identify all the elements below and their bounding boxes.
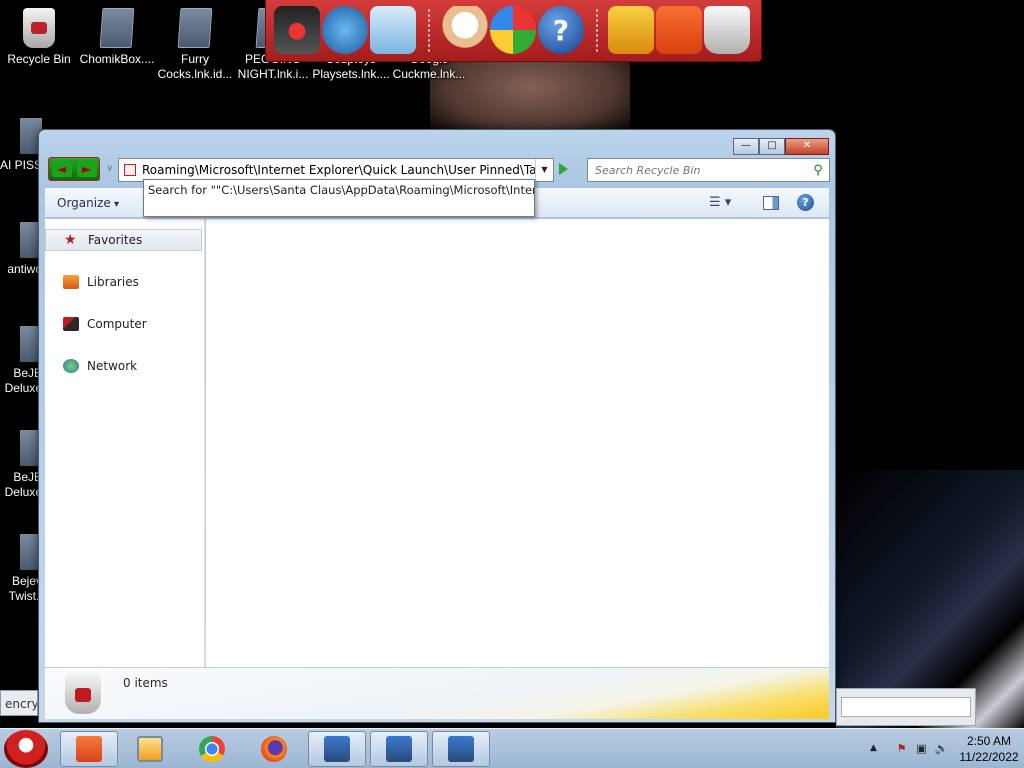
folder-icon[interactable] — [656, 6, 702, 54]
desktop-icon-recycle-bin[interactable]: Recycle Bin — [0, 8, 78, 67]
desktop-icon-label: Furry Cocks.lnk.id... — [157, 52, 233, 81]
recycle-bin-small-icon — [124, 164, 136, 176]
taskbar-chrome[interactable] — [183, 731, 241, 767]
quick-launch-toolbar: ● ? — [265, 0, 762, 62]
nav-item-label: Network — [87, 359, 138, 373]
taskbar-media-player[interactable] — [121, 731, 179, 767]
desktop-icon-label: BeJE Deluxe — [4, 470, 42, 499]
computer-icon — [63, 317, 79, 331]
taskbar-firefox[interactable] — [245, 731, 303, 767]
close-button[interactable]: ✕ — [785, 138, 829, 155]
start-button[interactable] — [4, 730, 48, 768]
background-window-right[interactable] — [836, 688, 976, 726]
desktop-icon-label: ChomikBox.... — [79, 52, 155, 66]
desktop-icon-label: Recycle Bin — [7, 52, 71, 66]
network-icon — [63, 359, 79, 373]
desktop-icon-left-5[interactable]: Bejev Twist.l — [0, 534, 42, 604]
action-center-icon[interactable]: ⚑ — [894, 742, 909, 756]
nav-item-label: Libraries — [87, 275, 139, 289]
gift-icon[interactable] — [608, 6, 654, 54]
desktop-icon-label: AI PISS.In — [0, 158, 42, 172]
clock-time: 2:50 AM — [966, 734, 1012, 748]
shortcut-icon — [99, 8, 135, 48]
star-icon: ★ — [64, 232, 77, 248]
background-window-left[interactable]: encryp — [0, 690, 38, 716]
file-list-area[interactable] — [206, 219, 829, 667]
caption-buttons: — □ ✕ — [733, 138, 829, 155]
organize-button[interactable]: Organize — [57, 196, 119, 210]
network-tray-icon[interactable]: ▣ — [914, 742, 929, 756]
desktop-icon-label: Bejev Twist.l — [8, 574, 42, 603]
address-suggestion[interactable]: Search for ""C:\Users\Santa Claus\AppDat… — [143, 179, 535, 217]
preview-pane-icon[interactable] — [763, 196, 779, 210]
details-pane: 0 items — [45, 667, 829, 719]
nav-item-libraries[interactable]: Libraries — [45, 271, 202, 293]
taskbar: ▲ ⚑ ▣ 🔊 2:50 AM 11/22/2022 — [0, 728, 1024, 768]
back-button[interactable]: ◄ — [51, 161, 72, 177]
address-path[interactable]: Roaming\Microsoft\Internet Explorer\Quic… — [142, 163, 535, 177]
desktop-icon-label: antiwo — [7, 262, 42, 276]
desktop-icon-left-2[interactable]: antiwo — [0, 222, 42, 277]
recent-pages-button[interactable]: ∨ — [106, 163, 113, 174]
help-glyph: ? — [552, 13, 570, 47]
maximize-button[interactable]: □ — [759, 138, 785, 155]
nav-item-label: Favorites — [88, 233, 143, 247]
libraries-icon — [63, 275, 79, 289]
shortcut-icon — [177, 8, 213, 48]
snowman-icon[interactable] — [442, 6, 488, 54]
explorer-window: — □ ✕ ◄ ► ∨ Roaming\Microsoft\Internet E… — [38, 129, 836, 723]
desktop-icon-label: BeJE Deluxe — [4, 366, 42, 395]
recycle-bin-icon — [23, 8, 55, 48]
toolbar-separator — [428, 8, 430, 54]
folder-icon — [76, 736, 102, 762]
nav-item-computer[interactable]: Computer — [45, 313, 202, 335]
desktop-icon-left-1[interactable]: AI PISS.In — [0, 118, 42, 173]
toolbar-separator — [596, 8, 598, 54]
clock[interactable]: 2:50 AM 11/22/2022 — [954, 733, 1024, 765]
system-tray: ▲ ⚑ ▣ 🔊 2:50 AM 11/22/2022 — [824, 729, 1024, 768]
search-box[interactable]: ⚲ — [587, 158, 830, 182]
nav-item-favorites[interactable]: ★ Favorites — [45, 229, 202, 251]
clock-date: 11/22/2022 — [959, 750, 1019, 764]
network-computer-icon — [386, 736, 412, 762]
navigation-pane: ★ Favorites Libraries Computer Network — [45, 219, 205, 667]
go-arrow-icon[interactable] — [559, 163, 568, 175]
globe-network-icon[interactable] — [322, 6, 368, 54]
santa-computer-icon[interactable]: ● — [274, 6, 320, 54]
recycle-bin-icon[interactable] — [704, 6, 750, 54]
address-dropdown-button[interactable]: ▼ — [535, 159, 553, 181]
taskbar-file-explorer[interactable] — [60, 731, 118, 767]
show-hidden-icons-button[interactable]: ▲ — [870, 743, 877, 753]
desktop-icon-left-3[interactable]: BeJE Deluxe — [0, 326, 42, 396]
change-view-button[interactable]: ☰ ▾ — [709, 195, 731, 210]
desktop-icon-left-4[interactable]: BeJE Deluxe — [0, 430, 42, 500]
nav-buttons: ◄ ► — [48, 157, 100, 181]
taskbar-network-app-3[interactable] — [432, 731, 490, 767]
windows-shield-icon[interactable] — [490, 6, 536, 54]
item-count: 0 items — [123, 676, 168, 690]
nav-item-network[interactable]: Network — [45, 355, 202, 377]
taskbar-network-app-1[interactable] — [308, 731, 366, 767]
help-button[interactable]: ? — [797, 194, 814, 211]
recycle-bin-icon — [65, 672, 101, 714]
desktop-icon-chomikbox[interactable]: ChomikBox.... — [78, 8, 156, 67]
volume-icon[interactable]: 🔊 — [934, 742, 949, 756]
search-input[interactable] — [595, 163, 807, 177]
nav-item-label: Computer — [87, 317, 147, 331]
forward-button[interactable]: ► — [76, 161, 97, 177]
network-computer-icon — [324, 736, 350, 762]
firefox-icon — [261, 736, 287, 762]
media-player-icon — [137, 736, 163, 762]
network-computer-icon — [448, 736, 474, 762]
help-icon[interactable]: ? — [538, 6, 584, 54]
chrome-icon — [199, 736, 225, 762]
minimize-button[interactable]: — — [733, 138, 759, 155]
search-icon[interactable]: ⚲ — [807, 163, 829, 178]
control-panel-icon[interactable] — [370, 6, 416, 54]
taskbar-network-app-2[interactable] — [370, 731, 428, 767]
desktop-icon-shortcut-3[interactable]: Furry Cocks.lnk.id... — [156, 8, 234, 82]
